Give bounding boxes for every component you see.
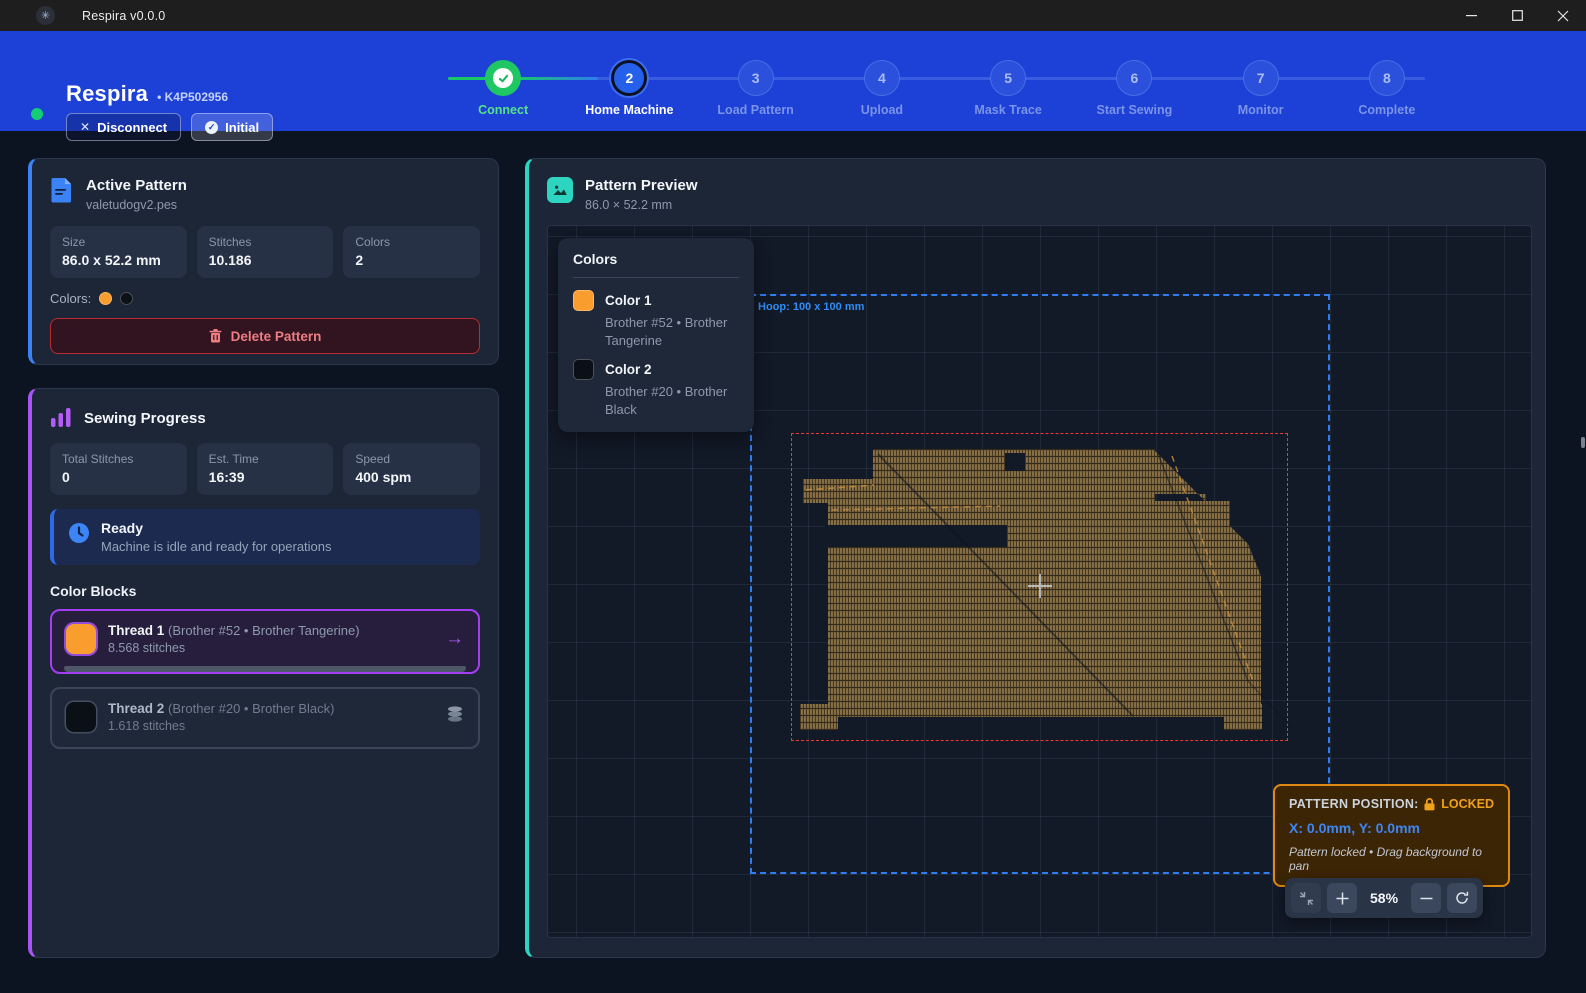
lock-icon [1424, 798, 1435, 811]
minimize-button[interactable] [1448, 0, 1494, 31]
connection-status-dot [31, 108, 43, 120]
step-mask-trace: 5 Mask Trace [945, 31, 1071, 131]
step-start-sewing: 6 Start Sewing [1071, 31, 1197, 131]
window-scrollbar-thumb[interactable] [1581, 437, 1585, 448]
x-icon: ✕ [80, 120, 90, 134]
sewing-progress-title: Sewing Progress [84, 410, 206, 427]
brand-name: Respira [66, 81, 148, 107]
thread-block-2[interactable]: Thread 2 (Brother #20 • Brother Black) 1… [50, 687, 480, 749]
status-description: Machine is idle and ready for operations [101, 539, 332, 554]
pattern-position-label: PATTERN POSITION: [1289, 797, 1419, 811]
file-icon [50, 177, 74, 203]
check-circle-icon: ✓ [205, 121, 218, 134]
active-pattern-card: Active Pattern valetudogv2.pes Size 86.0… [28, 158, 499, 365]
zoom-in-button[interactable] [1327, 883, 1357, 913]
disconnect-button[interactable]: ✕ Disconnect [66, 113, 181, 141]
app-header: Respira • K4P502956 ✕ Disconnect ✓ Initi… [0, 31, 1586, 131]
colors-legend-panel: Colors Color 1 Brother #52 • Brother Tan… [558, 238, 754, 432]
machine-status-banner: Ready Machine is idle and ready for oper… [50, 509, 480, 565]
pattern-position-box: PATTERN POSITION: LOCKED X: 0.0mm, Y: 0.… [1273, 784, 1510, 887]
preview-dimensions: 86.0 × 52.2 mm [585, 198, 698, 212]
maximize-icon [1512, 10, 1523, 21]
arrow-right-icon: → [445, 628, 464, 650]
window-title: Respira v0.0.0 [82, 9, 165, 23]
active-pattern-title: Active Pattern [86, 177, 187, 194]
clock-icon [68, 522, 90, 544]
locked-badge: LOCKED [1441, 797, 1494, 811]
preview-title: Pattern Preview [585, 177, 698, 194]
reset-view-button[interactable] [1447, 883, 1477, 913]
bar-chart-icon [50, 407, 72, 429]
pattern-filename: valetudogv2.pes [86, 198, 187, 212]
stat-est-time: Est. Time 16:39 [197, 443, 334, 495]
zoom-out-button[interactable] [1411, 883, 1441, 913]
step-done-check-icon [493, 68, 513, 88]
stat-speed: Speed 400 spm [343, 443, 480, 495]
refresh-icon [1455, 891, 1469, 905]
color-dot-2 [120, 292, 133, 305]
step-complete: 8 Complete [1324, 31, 1450, 131]
legend-color-1: Color 1 Brother #52 • Brother Tangerine [573, 290, 739, 349]
plus-icon [1336, 892, 1349, 905]
wizard-stepper: Connect 2 Home Machine 3 Load Pattern 4 … [440, 31, 1450, 131]
pattern-lock-hint: Pattern locked • Drag background to pan [1289, 845, 1494, 873]
step-monitor: 7 Monitor [1198, 31, 1324, 131]
status-title: Ready [101, 520, 332, 536]
close-icon [1557, 10, 1569, 22]
color-blocks-label: Color Blocks [50, 583, 480, 599]
step-load-pattern: 3 Load Pattern [693, 31, 819, 131]
thread-block-1[interactable]: Thread 1 (Brother #52 • Brother Tangerin… [50, 609, 480, 674]
minimize-icon [1466, 10, 1477, 21]
colors-legend-title: Colors [573, 251, 739, 267]
colors-row-label: Colors: [50, 291, 91, 306]
initial-button[interactable]: ✓ Initial [191, 113, 273, 141]
fit-compress-icon [1299, 891, 1314, 906]
step-upload: 4 Upload [819, 31, 945, 131]
minus-icon [1420, 892, 1433, 905]
machine-serial: • K4P502956 [157, 90, 228, 104]
stat-total-stitches: Total Stitches 0 [50, 443, 187, 495]
maximize-button[interactable] [1494, 0, 1540, 31]
stat-size: Size 86.0 x 52.2 mm [50, 226, 187, 278]
thread-2-swatch [66, 702, 96, 732]
thread-1-progress-bar [64, 666, 466, 672]
close-button[interactable] [1540, 0, 1586, 31]
zoom-level: 58% [1363, 890, 1405, 906]
step-home-machine[interactable]: 2 Home Machine [566, 31, 692, 131]
layers-stack-icon [446, 706, 464, 728]
color-dot-1 [99, 292, 112, 305]
fit-to-view-button[interactable] [1291, 883, 1321, 913]
divider [573, 277, 739, 278]
app-icon: ✳ [36, 6, 55, 25]
stat-stitches: Stitches 10.186 [197, 226, 334, 278]
legend-swatch-1 [573, 290, 594, 311]
stat-colors: Colors 2 [343, 226, 480, 278]
image-icon [547, 177, 573, 203]
titlebar: ✳ Respira v0.0.0 [0, 0, 1586, 31]
legend-swatch-2 [573, 359, 594, 380]
step-connect[interactable]: Connect [440, 31, 566, 131]
legend-color-2: Color 2 Brother #20 • Brother Black [573, 359, 739, 418]
pattern-preview-card: Pattern Preview 86.0 × 52.2 mm Hoop: 100… [525, 158, 1546, 958]
preview-canvas[interactable]: Hoop: 100 x 100 mm [547, 225, 1532, 938]
pattern-coordinates: X: 0.0mm, Y: 0.0mm [1289, 820, 1494, 836]
sewing-progress-card: Sewing Progress Total Stitches 0 Est. Ti… [28, 388, 499, 958]
delete-pattern-button[interactable]: Delete Pattern [50, 318, 480, 354]
zoom-toolbar: 58% [1285, 878, 1483, 918]
thread-1-swatch [66, 624, 96, 654]
trash-icon [209, 329, 222, 343]
